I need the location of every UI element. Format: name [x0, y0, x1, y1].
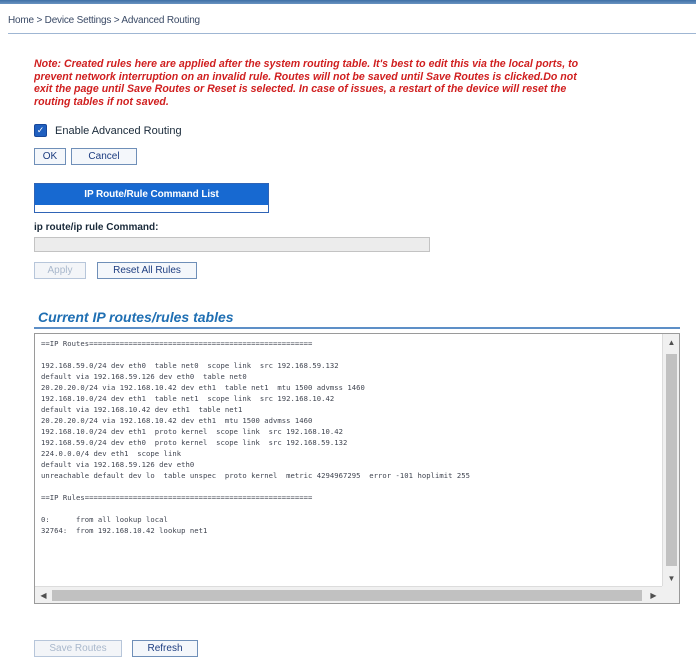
section-divider: [34, 327, 680, 329]
console-line: default via 192.168.59.126 dev eth0: [41, 460, 195, 469]
enable-advanced-routing-row[interactable]: ✓ Enable Advanced Routing: [34, 124, 182, 137]
breadcrumb-divider: [8, 33, 696, 34]
breadcrumb: Home > Device Settings > Advanced Routin…: [8, 15, 200, 26]
routes-rules-console[interactable]: ==IP Routes=============================…: [34, 333, 680, 604]
console-line: 0: from all lookup local: [41, 515, 168, 524]
console-line: 32764: from 192.168.10.42 lookup net1: [41, 526, 208, 535]
console-line: 192.168.10.0/24 dev eth1 proto kernel sc…: [41, 427, 344, 436]
scroll-right-arrow-icon[interactable]: ▶: [645, 587, 662, 603]
scroll-down-arrow-icon[interactable]: ▼: [663, 570, 679, 586]
scroll-up-arrow-icon[interactable]: ▲: [663, 334, 679, 350]
console-line: ==IP Routes=============================…: [41, 339, 313, 348]
section-title: Current IP routes/rules tables: [38, 309, 234, 325]
warning-note-line: routing tables if not saved.: [34, 95, 169, 108]
console-line: ==IP Rules==============================…: [41, 493, 313, 502]
ok-button[interactable]: OK: [34, 148, 66, 165]
enable-advanced-routing-checkbox[interactable]: ✓: [34, 124, 47, 137]
console-horizontal-scrollbar[interactable]: ◀ ▶: [35, 586, 662, 603]
console-text-area: ==IP Routes=============================…: [35, 334, 662, 586]
console-line: 192.168.59.0/24 dev eth0 proto kernel sc…: [41, 438, 348, 447]
console-line: unreachable default dev lo table unspec …: [41, 471, 470, 480]
warning-note-line: prevent network interruption on an inval…: [34, 70, 577, 83]
console-horizontal-scroll-thumb[interactable]: [52, 590, 642, 601]
console-line: default via 192.168.10.42 dev eth1 table…: [41, 405, 243, 414]
reset-all-rules-button[interactable]: Reset All Rules: [97, 262, 197, 279]
console-line: 20.20.20.0/24 via 192.168.10.42 dev eth1…: [41, 416, 313, 425]
console-vertical-scroll-thumb[interactable]: [666, 354, 677, 566]
top-banner: [0, 0, 696, 4]
command-label: ip route/ip rule Command:: [34, 222, 159, 233]
tab-ip-route-rule-command-list[interactable]: IP Route/Rule Command List: [35, 184, 268, 205]
console-line: default via 192.168.59.126 dev eth0 tabl…: [41, 372, 247, 381]
console-line: 192.168.59.0/24 dev eth0 table net0 scop…: [41, 361, 339, 370]
warning-note: Note: Created rules here are applied aft…: [34, 58, 696, 108]
apply-button[interactable]: Apply: [34, 262, 86, 279]
scrollbar-corner: [662, 586, 679, 603]
command-list-panel: IP Route/Rule Command List: [34, 183, 269, 213]
cancel-button[interactable]: Cancel: [71, 148, 137, 165]
refresh-button[interactable]: Refresh: [132, 640, 198, 657]
console-line: 192.168.10.0/24 dev eth1 table net1 scop…: [41, 394, 335, 403]
save-routes-button[interactable]: Save Routes: [34, 640, 122, 657]
enable-advanced-routing-label: Enable Advanced Routing: [55, 124, 182, 137]
scroll-left-arrow-icon[interactable]: ◀: [35, 587, 52, 603]
console-vertical-scrollbar[interactable]: ▲ ▼: [662, 334, 679, 586]
warning-note-line: exit the page until Save Routes or Reset…: [34, 83, 567, 96]
console-line: 224.0.0.0/4 dev eth1 scope link: [41, 449, 182, 458]
command-input[interactable]: [34, 237, 430, 252]
warning-note-line: Note: Created rules here are applied aft…: [34, 58, 579, 70]
console-line: 20.20.20.0/24 via 192.168.10.42 dev eth1…: [41, 383, 365, 392]
